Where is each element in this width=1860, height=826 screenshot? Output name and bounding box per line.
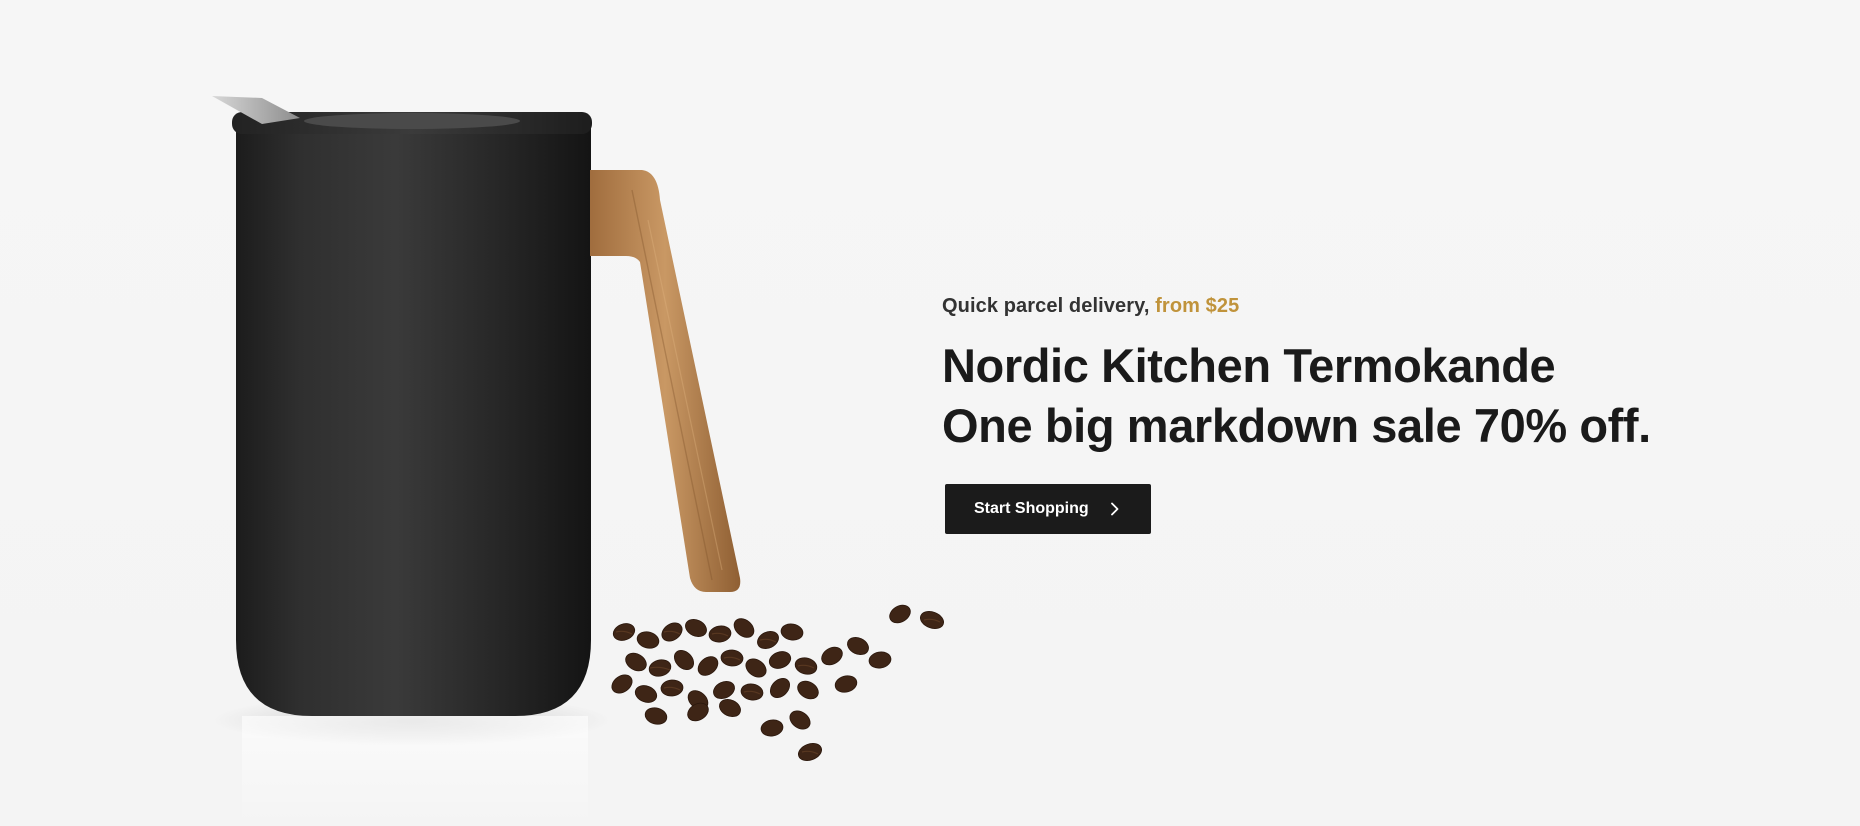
hero-banner: Quick parcel delivery, from $25 Nordic K… xyxy=(0,0,1860,826)
start-shopping-button[interactable]: Start Shopping xyxy=(945,484,1151,534)
hero-headline: Nordic Kitchen Termokande One big markdo… xyxy=(942,336,1762,456)
hero-content: Quick parcel delivery, from $25 Nordic K… xyxy=(942,292,1762,534)
product-image xyxy=(212,96,945,826)
headline-line-1: Nordic Kitchen Termokande xyxy=(942,339,1556,392)
chevron-right-icon xyxy=(1109,502,1121,516)
eyebrow-text: Quick parcel delivery, xyxy=(942,295,1150,317)
headline-line-2: One big markdown sale 70% off. xyxy=(942,399,1651,452)
start-shopping-label: Start Shopping xyxy=(974,500,1089,517)
hero-eyebrow: Quick parcel delivery, from $25 xyxy=(942,292,1762,320)
eyebrow-price-accent: from $25 xyxy=(1155,295,1240,317)
